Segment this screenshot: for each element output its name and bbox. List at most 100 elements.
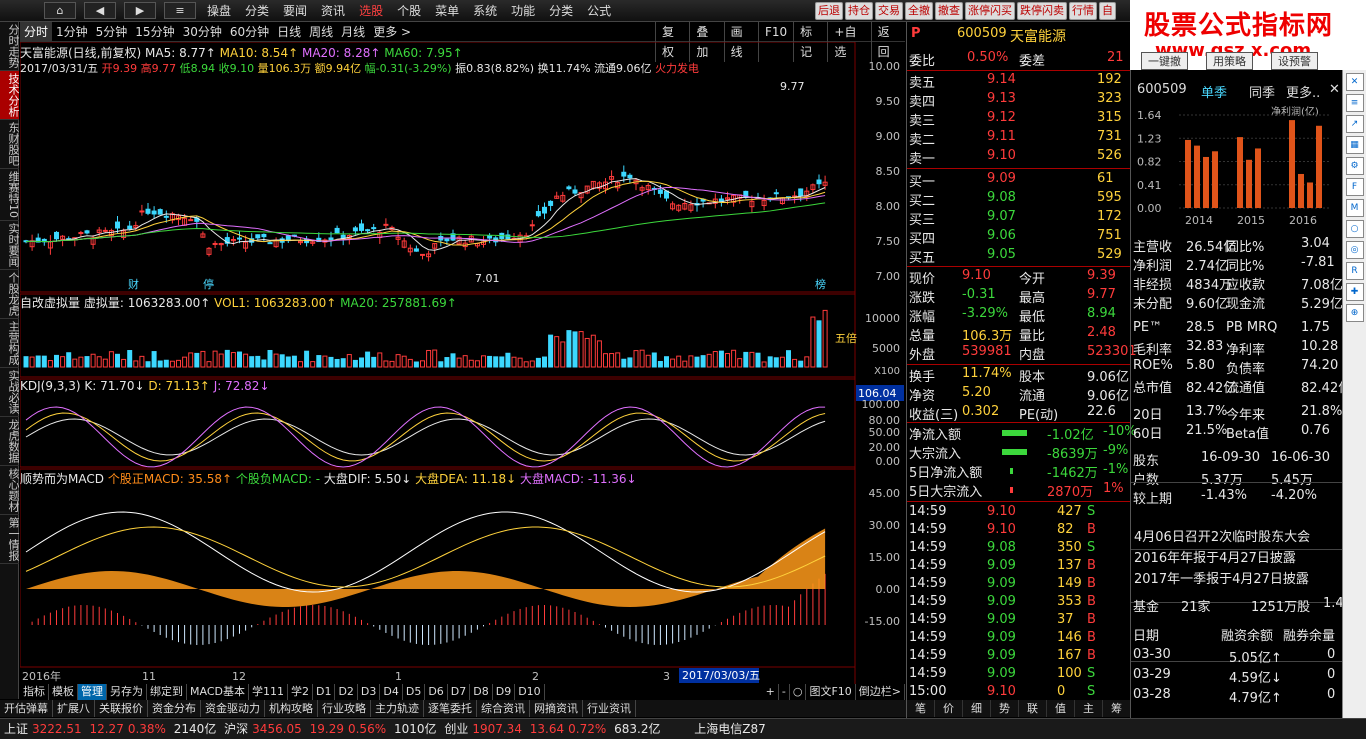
feature-tab[interactable]: 扩展八 xyxy=(53,700,95,717)
indicator-tab[interactable]: D3 xyxy=(358,684,381,700)
trade-button[interactable]: 涨停闪买 xyxy=(965,2,1015,20)
quote-tab[interactable]: 值 xyxy=(1047,700,1075,717)
tool-icon[interactable]: M xyxy=(1345,199,1364,217)
bottom-tool[interactable]: ○ xyxy=(790,684,807,700)
quote-tab[interactable]: 联 xyxy=(1019,700,1047,717)
period-tab[interactable]: 60分钟 xyxy=(226,22,273,42)
sidebar-item[interactable]: 实时要闻 xyxy=(0,221,20,270)
menu-item[interactable]: 公式 xyxy=(580,0,618,22)
period-tab[interactable]: 15分钟 xyxy=(131,22,178,42)
event-mark[interactable]: 财 xyxy=(128,277,139,291)
menu-item[interactable]: 资讯 xyxy=(314,0,352,22)
period-tab[interactable]: 1分钟 xyxy=(52,22,92,42)
trade-button[interactable]: 自 xyxy=(1099,2,1116,20)
tool-icon[interactable]: ✚ xyxy=(1345,283,1364,301)
sidebar-item[interactable]: 核心题材 xyxy=(0,466,20,515)
indicator-tab[interactable]: 模板 xyxy=(49,684,78,700)
feature-tab[interactable]: 资金驱动力 xyxy=(201,700,265,717)
indicator-tab[interactable]: 学111 xyxy=(249,684,288,700)
menu-item[interactable]: 选股 xyxy=(352,0,390,22)
feature-tab[interactable]: 逐笔委托 xyxy=(424,700,477,717)
trade-button[interactable]: 持仓 xyxy=(845,2,873,20)
indicator-tab[interactable]: 管理 xyxy=(78,684,107,700)
bottom-tool[interactable]: + xyxy=(763,684,779,700)
quote-tab[interactable]: 筹 xyxy=(1103,700,1131,717)
indicator-tab[interactable]: D10 xyxy=(515,684,545,700)
kline-chart-area[interactable]: 10.00 9.50 9.00 8.50 8.00 7.50 7.00 10000 5000 X1… xyxy=(19,41,905,684)
feature-tab[interactable]: 主力轨迹 xyxy=(371,700,424,717)
back-icon[interactable]: ◀ xyxy=(84,2,116,19)
feature-tab[interactable]: 资金分布 xyxy=(148,700,201,717)
trade-button[interactable]: 行情 xyxy=(1069,2,1097,20)
indicator-tab[interactable]: D9 xyxy=(493,684,516,700)
sector-tag[interactable]: 火力发电 xyxy=(655,62,699,75)
event-mark[interactable]: 停 xyxy=(203,277,214,291)
close-icon[interactable]: ✕ xyxy=(1345,73,1364,91)
tool-icon[interactable]: ↗ xyxy=(1345,115,1364,133)
fin-tab[interactable]: 单季 xyxy=(1201,82,1227,101)
fin-tab[interactable]: 更多.. xyxy=(1286,82,1320,101)
forward-icon[interactable]: ▶ xyxy=(124,2,156,19)
period-tab[interactable]: 月线 xyxy=(337,22,369,42)
tool-icon[interactable]: R xyxy=(1345,262,1364,280)
fin-button[interactable]: 一键撤 xyxy=(1141,52,1188,70)
indicator-tab[interactable]: D7 xyxy=(448,684,471,700)
indicator-tab[interactable]: 指标 xyxy=(20,684,49,700)
trade-button[interactable]: 全撤 xyxy=(905,2,933,20)
quote-tab[interactable]: 价 xyxy=(935,700,963,717)
indicator-tab[interactable]: D2 xyxy=(335,684,358,700)
sidebar-item[interactable]: 实战必读 xyxy=(0,368,20,417)
sidebar-item[interactable]: 维赛特10 xyxy=(0,169,20,221)
trade-button[interactable]: 后退 xyxy=(815,2,843,20)
feature-tab[interactable]: 综合资讯 xyxy=(477,700,530,717)
feature-tab[interactable]: 机构攻略 xyxy=(265,700,318,717)
bottom-tool[interactable]: 倒边栏> xyxy=(856,684,905,700)
menu-item[interactable]: 分类 xyxy=(238,0,276,22)
indicator-tab[interactable]: D6 xyxy=(425,684,448,700)
sidebar-item[interactable]: 第一情报 xyxy=(0,515,20,564)
trade-button[interactable]: 交易 xyxy=(875,2,903,20)
sidebar-item[interactable]: 主营构成 xyxy=(0,319,20,368)
tool-icon[interactable]: F xyxy=(1345,178,1364,196)
sidebar-item[interactable]: 技术分析 xyxy=(0,71,20,120)
trade-button[interactable]: 跌停闪卖 xyxy=(1017,2,1067,20)
home-icon[interactable]: ⌂ xyxy=(44,2,76,19)
menu-item[interactable]: 操盘 xyxy=(200,0,238,22)
fin-button[interactable]: 用策略 xyxy=(1206,52,1253,70)
quote-tab[interactable]: 细 xyxy=(963,700,991,717)
indicator-tab[interactable]: MACD基本 xyxy=(187,684,249,700)
fin-button[interactable]: 设预警 xyxy=(1271,52,1318,70)
indicator-tab[interactable]: D5 xyxy=(403,684,426,700)
trade-button[interactable]: 撤查 xyxy=(935,2,963,20)
menu-item[interactable]: 功能 xyxy=(504,0,542,22)
indicator-tab[interactable]: D8 xyxy=(470,684,493,700)
bottom-tool[interactable]: 图文F10 xyxy=(806,684,856,700)
quote-tab[interactable]: 笔 xyxy=(907,700,935,717)
menu-icon[interactable]: ≡ xyxy=(164,2,196,19)
indicator-tab[interactable]: 绑定到 xyxy=(147,684,187,700)
menu-item[interactable]: 菜单 xyxy=(428,0,466,22)
period-tab[interactable]: 日线 xyxy=(273,22,305,42)
quote-tab[interactable]: 势 xyxy=(991,700,1019,717)
bottom-tool[interactable]: - xyxy=(779,684,790,700)
period-tab[interactable]: 周线 xyxy=(305,22,337,42)
indicator-tab[interactable]: D1 xyxy=(313,684,336,700)
close-icon[interactable]: ✕ xyxy=(1329,82,1340,97)
toggle-icon[interactable]: ≡ xyxy=(1345,94,1364,112)
period-tab[interactable]: 5分钟 xyxy=(92,22,132,42)
feature-tab[interactable]: 开估弹幕 xyxy=(0,700,53,717)
tool-icon[interactable]: ▦ xyxy=(1345,136,1364,154)
tool-icon[interactable]: ○ xyxy=(1345,220,1364,238)
indicator-tab[interactable]: D4 xyxy=(380,684,403,700)
tool-icon[interactable]: ◎ xyxy=(1345,241,1364,259)
feature-tab[interactable]: 网摘资讯 xyxy=(530,700,583,717)
period-tab[interactable]: 分时 xyxy=(20,22,53,42)
feature-tab[interactable]: 行业攻略 xyxy=(318,700,371,717)
menu-item[interactable]: 个股 xyxy=(390,0,428,22)
feature-tab[interactable]: 关联报价 xyxy=(95,700,148,717)
fin-tab[interactable]: 同季 xyxy=(1249,82,1275,101)
quote-tab[interactable]: 主 xyxy=(1075,700,1103,717)
sidebar-item[interactable]: 分时走势 xyxy=(0,22,20,71)
menu-item[interactable]: 要闻 xyxy=(276,0,314,22)
period-tab[interactable]: 30分钟 xyxy=(179,22,226,42)
